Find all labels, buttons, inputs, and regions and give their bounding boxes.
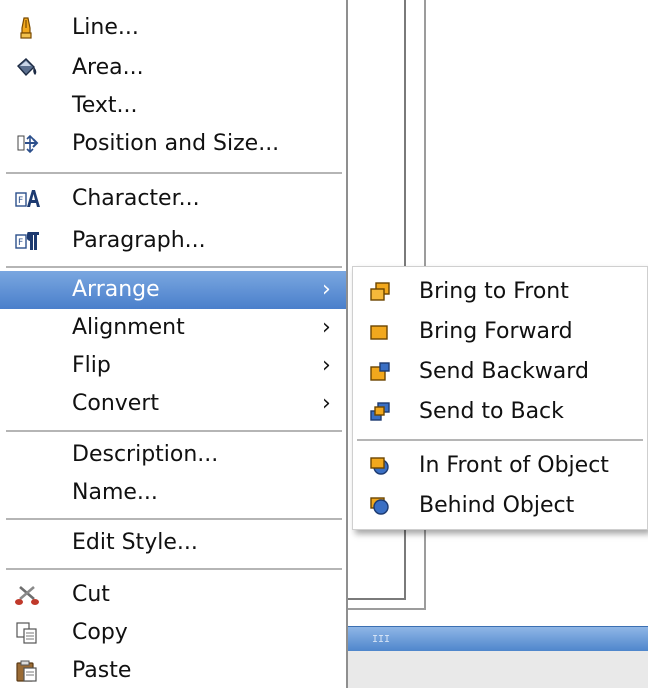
submenu-separator — [357, 439, 643, 441]
submenu-arrow-icon: › — [322, 391, 331, 416]
submenu-item-send-to-back[interactable]: Send to Back — [353, 391, 647, 431]
submenu-arrow-icon: › — [322, 353, 331, 378]
page-border-bottom — [348, 598, 406, 600]
context-menu: Line... Area... Text... Position and Siz… — [0, 0, 348, 688]
menu-separator — [6, 430, 342, 432]
position-size-icon — [14, 132, 40, 156]
submenu-item-in-front-of-object[interactable]: In Front of Object — [353, 445, 647, 485]
menu-separator — [6, 518, 342, 520]
menu-item-area[interactable]: Area... — [0, 49, 346, 87]
submenu-item-behind-object[interactable]: Behind Object — [353, 485, 647, 525]
submenu-item-bring-to-front[interactable]: Bring to Front — [353, 271, 647, 311]
menu-item-paragraph[interactable]: F Paragraph... — [0, 222, 346, 260]
menu-item-paste[interactable]: Paste — [0, 652, 346, 688]
arrange-submenu: Bring to Front Bring Forward Send Backwa… — [352, 266, 648, 530]
menu-item-line[interactable]: Line... — [0, 9, 346, 47]
menu-item-character[interactable]: F Character... — [0, 180, 346, 218]
paragraph-icon: F — [14, 229, 40, 253]
horizontal-scrollbar[interactable] — [348, 626, 648, 652]
status-bar — [348, 651, 648, 688]
menu-item-flip[interactable]: Flip › — [0, 347, 346, 385]
submenu-arrow-icon: › — [322, 277, 331, 302]
submenu-arrow-icon: › — [322, 315, 331, 340]
scissors-icon — [14, 583, 40, 607]
menu-item-description[interactable]: Description... — [0, 436, 346, 474]
bring-to-front-icon — [369, 282, 391, 302]
menu-separator — [6, 172, 342, 174]
submenu-item-bring-forward[interactable]: Bring Forward — [353, 311, 647, 351]
copy-icon — [14, 621, 40, 645]
menu-item-alignment[interactable]: Alignment › — [0, 309, 346, 347]
menu-separator — [6, 266, 342, 268]
line-pen-icon — [14, 16, 40, 40]
bring-forward-icon — [369, 322, 391, 342]
page-shadow-bottom — [348, 608, 426, 610]
menu-item-arrange[interactable]: Arrange › — [0, 271, 346, 309]
menu-item-cut[interactable]: Cut — [0, 576, 346, 614]
paint-bucket-icon — [14, 56, 40, 80]
scrollbar-grip[interactable]: III — [372, 634, 390, 645]
send-to-back-icon — [369, 402, 391, 422]
svg-text:F: F — [18, 196, 23, 206]
menu-item-convert[interactable]: Convert › — [0, 385, 346, 423]
behind-object-icon — [369, 496, 391, 516]
in-front-of-object-icon — [369, 456, 391, 476]
screen: III Line... Area... Text... Position and… — [0, 0, 648, 688]
menu-item-name[interactable]: Name... — [0, 474, 346, 512]
character-icon: F — [14, 187, 40, 211]
menu-item-edit-style[interactable]: Edit Style... — [0, 524, 346, 562]
menu-item-position-and-size[interactable]: Position and Size... — [0, 125, 346, 163]
paste-icon — [14, 659, 40, 683]
menu-item-copy[interactable]: Copy — [0, 614, 346, 652]
submenu-item-send-backward[interactable]: Send Backward — [353, 351, 647, 391]
menu-item-text[interactable]: Text... — [0, 87, 346, 125]
svg-text:F: F — [18, 238, 23, 248]
send-backward-icon — [369, 362, 391, 382]
menu-separator — [6, 568, 342, 570]
